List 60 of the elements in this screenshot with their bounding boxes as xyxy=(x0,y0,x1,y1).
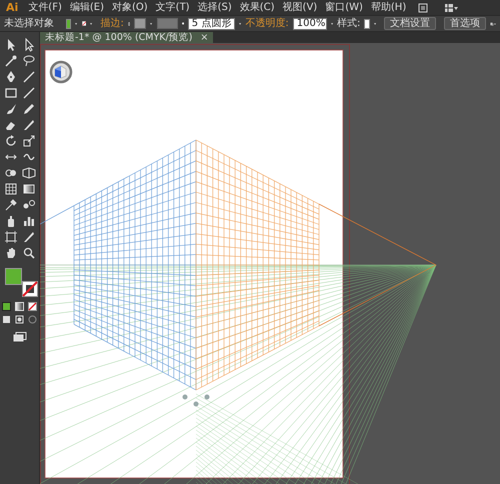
style-swatch[interactable] xyxy=(364,18,370,28)
toolbar-button[interactable]: 文档设置 xyxy=(384,17,436,30)
draw-mode-icon[interactable] xyxy=(2,315,11,324)
rotate-icon[interactable] xyxy=(4,134,18,148)
lasso-icon[interactable] xyxy=(22,54,36,68)
variable-width-field[interactable] xyxy=(156,18,178,29)
draw-inside-icon[interactable] xyxy=(28,315,37,324)
brush-dropdown[interactable]: 5 点圆形 xyxy=(188,18,236,30)
fill-swatch[interactable] xyxy=(4,268,22,285)
menu-item[interactable]: 选择(S) xyxy=(194,0,236,15)
close-tab-button[interactable]: × xyxy=(200,32,208,43)
stroke-label[interactable]: 描边: xyxy=(100,16,124,31)
style-label: 样式: xyxy=(336,16,360,31)
gradient-mode-icon[interactable] xyxy=(15,302,24,311)
pencil-icon[interactable] xyxy=(22,102,36,116)
draw-behind-icon[interactable] xyxy=(15,315,24,324)
gradient-icon[interactable] xyxy=(22,182,36,196)
document-title: 未标题-1* @ 100% (CMYK/预览) xyxy=(45,32,192,43)
stroke-weight-field[interactable] xyxy=(134,18,146,29)
none-mode-icon[interactable] xyxy=(28,302,37,311)
line-icon[interactable] xyxy=(22,70,36,84)
menu-item[interactable]: 帮助(H) xyxy=(366,0,410,15)
rectangle-icon[interactable] xyxy=(4,86,18,100)
caret-icon[interactable] xyxy=(374,22,376,26)
toolbar-button[interactable]: 首选项 xyxy=(444,17,486,30)
zoom-icon[interactable] xyxy=(22,246,36,260)
artboard-icon[interactable] xyxy=(4,230,18,244)
caret-icon[interactable] xyxy=(330,22,333,26)
eyedropper-icon[interactable] xyxy=(4,198,18,212)
line-icon[interactable] xyxy=(22,86,36,100)
stroke-swatch[interactable] xyxy=(22,281,38,297)
menu-item[interactable]: 文件(F) xyxy=(24,0,66,15)
wand-icon[interactable] xyxy=(4,54,18,68)
caret-icon[interactable] xyxy=(90,22,93,26)
grid-handle[interactable] xyxy=(182,394,188,400)
opacity-field[interactable]: 100% xyxy=(292,18,327,30)
menu-item[interactable]: 文字(T) xyxy=(152,0,194,15)
screen-mode-icon[interactable] xyxy=(12,332,26,342)
caret-icon[interactable] xyxy=(239,22,242,26)
document-tab[interactable]: 未标题-1* @ 100% (CMYK/预览) × xyxy=(40,32,214,43)
stroke-swatch-icon[interactable] xyxy=(82,18,86,29)
scale-icon[interactable] xyxy=(22,134,36,148)
caret-icon[interactable] xyxy=(150,22,153,26)
selection-label: 未选择对象 xyxy=(4,16,54,31)
caret-icon[interactable] xyxy=(75,22,78,26)
menu-item[interactable]: 效果(C) xyxy=(236,0,279,15)
square-icon[interactable] xyxy=(418,2,428,12)
menu-item[interactable]: 对象(O) xyxy=(108,0,152,15)
grid-handle[interactable] xyxy=(194,402,198,406)
bar-chart-icon[interactable] xyxy=(22,214,36,228)
grid-handle[interactable] xyxy=(204,394,210,400)
menu-item[interactable]: 窗口(W) xyxy=(321,0,367,15)
app-logo: Ai xyxy=(5,0,20,15)
menu-item[interactable]: 视图(V) xyxy=(278,0,322,15)
perspective-widget-icon[interactable] xyxy=(50,60,72,84)
color-mode-icon[interactable] xyxy=(2,302,11,311)
fill-color-swatch[interactable] xyxy=(66,18,72,28)
opacity-label[interactable]: 不透明度: xyxy=(245,16,289,31)
mesh-icon[interactable] xyxy=(4,182,18,196)
menu-item[interactable]: 编辑(E) xyxy=(66,0,108,15)
